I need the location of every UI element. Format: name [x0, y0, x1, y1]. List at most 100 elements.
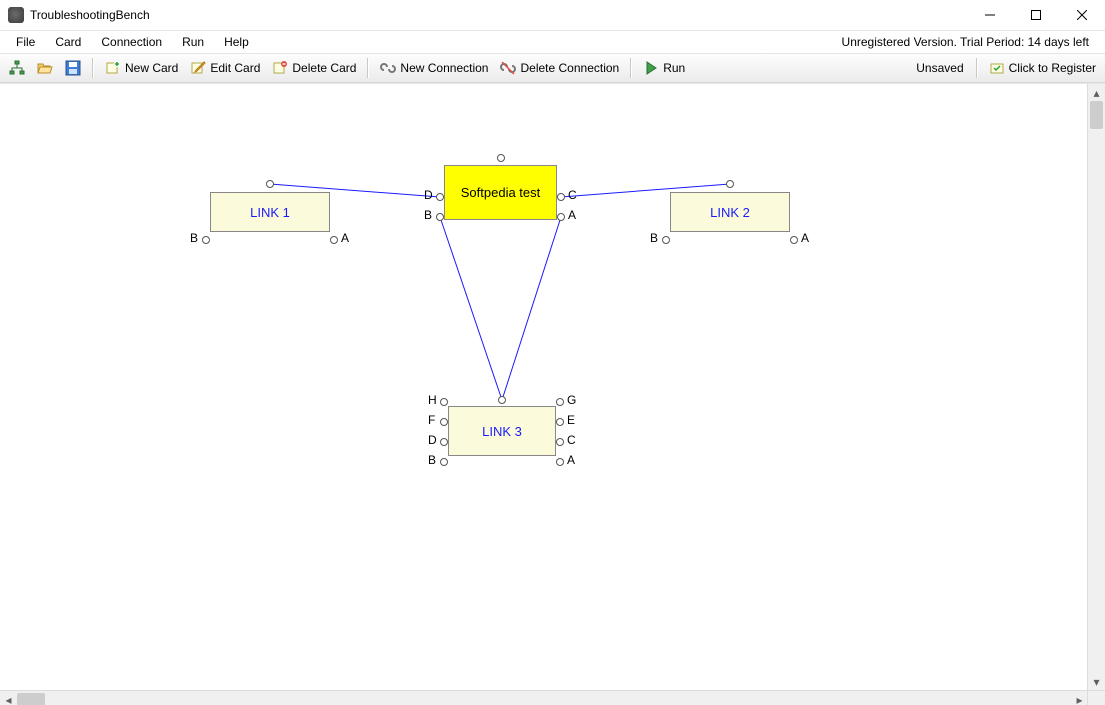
scroll-left-icon[interactable]: ◂ [0, 691, 17, 705]
toolbar-open-button[interactable] [32, 57, 58, 79]
register-label: Click to Register [1009, 61, 1096, 75]
run-button[interactable]: Run [638, 57, 690, 79]
scroll-up-icon[interactable]: ▴ [1088, 84, 1105, 101]
new-card-button[interactable]: New Card [100, 57, 183, 79]
new-connection-label: New Connection [400, 61, 488, 75]
trial-status: Unregistered Version. Trial Period: 14 d… [842, 35, 1099, 49]
window-controls [967, 0, 1105, 30]
toolbar-save-button[interactable] [60, 57, 86, 79]
tree-icon [9, 60, 25, 76]
card-link3[interactable]: LINK 3 [448, 406, 556, 456]
edit-card-button[interactable]: Edit Card [185, 57, 265, 79]
card-softpedia[interactable]: Softpedia test [444, 165, 557, 220]
port-label-a: A [801, 231, 809, 245]
save-icon [65, 60, 81, 76]
edit-card-label: Edit Card [210, 61, 260, 75]
toolbar-tree-button[interactable] [4, 57, 30, 79]
vertical-scrollbar[interactable]: ▴ ▾ [1087, 84, 1105, 690]
port-label-b: B [650, 231, 658, 245]
menu-connection[interactable]: Connection [91, 33, 172, 51]
minimize-button[interactable] [967, 0, 1013, 30]
port-g[interactable] [556, 398, 564, 406]
port-h[interactable] [440, 398, 448, 406]
app-icon [8, 7, 24, 23]
menu-card[interactable]: Card [45, 33, 91, 51]
port-label-a: A [341, 231, 349, 245]
horizontal-scrollbar[interactable]: ◂ ▸ [0, 690, 1105, 705]
card-label: Softpedia test [461, 185, 541, 200]
maximize-button[interactable] [1013, 0, 1059, 30]
port-top[interactable] [266, 180, 274, 188]
port-label-c: C [568, 188, 577, 202]
canvas[interactable]: Softpedia test D B C A LINK 1 B A LINK 2… [0, 83, 1105, 690]
new-connection-button[interactable]: New Connection [375, 57, 493, 79]
port-label-d: D [424, 188, 433, 202]
play-icon [643, 60, 659, 76]
menu-help[interactable]: Help [214, 33, 259, 51]
menu-run[interactable]: Run [172, 33, 214, 51]
scroll-right-icon[interactable]: ▸ [1071, 691, 1088, 705]
delete-card-icon [272, 60, 288, 76]
new-card-icon [105, 60, 121, 76]
close-button[interactable] [1059, 0, 1105, 30]
port-label-b: B [424, 208, 432, 222]
port-d[interactable] [440, 438, 448, 446]
delete-card-label: Delete Card [292, 61, 356, 75]
toolbar: New Card Edit Card Delete Card New Conne… [0, 54, 1105, 83]
diagram[interactable]: Softpedia test D B C A LINK 1 B A LINK 2… [0, 84, 1088, 690]
register-button[interactable]: Click to Register [984, 57, 1101, 79]
port-top[interactable] [497, 154, 505, 162]
scrollbar-corner [1087, 691, 1105, 705]
toolbar-separator [92, 58, 94, 78]
register-icon [989, 60, 1005, 76]
run-label: Run [663, 61, 685, 75]
port-label-a: A [567, 453, 575, 467]
scroll-thumb[interactable] [17, 693, 45, 705]
port-label-b: B [190, 231, 198, 245]
port-b[interactable] [202, 236, 210, 244]
port-f[interactable] [440, 418, 448, 426]
scroll-down-icon[interactable]: ▾ [1088, 673, 1105, 690]
maximize-icon [1031, 10, 1041, 20]
port-b[interactable] [436, 213, 444, 221]
titlebar: TroubleshootingBench [0, 0, 1105, 31]
port-label-c: C [567, 433, 576, 447]
delete-connection-button[interactable]: Delete Connection [495, 57, 624, 79]
port-a[interactable] [556, 458, 564, 466]
folder-open-icon [37, 60, 53, 76]
port-label-g: G [567, 393, 576, 407]
port-top[interactable] [498, 396, 506, 404]
port-c[interactable] [557, 193, 565, 201]
port-label-e: E [567, 413, 575, 427]
port-b[interactable] [662, 236, 670, 244]
link-icon [380, 60, 396, 76]
menubar: File Card Connection Run Help Unregister… [0, 31, 1105, 54]
card-link2[interactable]: LINK 2 [670, 192, 790, 232]
close-icon [1077, 10, 1087, 20]
port-top[interactable] [726, 180, 734, 188]
port-c[interactable] [556, 438, 564, 446]
port-a[interactable] [790, 236, 798, 244]
delete-connection-label: Delete Connection [520, 61, 619, 75]
card-label: LINK 2 [710, 205, 750, 220]
menu-file[interactable]: File [6, 33, 45, 51]
port-d[interactable] [436, 193, 444, 201]
delete-card-button[interactable]: Delete Card [267, 57, 361, 79]
port-label-h: H [428, 393, 437, 407]
window-title: TroubleshootingBench [30, 8, 967, 22]
port-b[interactable] [440, 458, 448, 466]
port-e[interactable] [556, 418, 564, 426]
port-a[interactable] [557, 213, 565, 221]
toolbar-separator [976, 58, 978, 78]
port-label-f: F [428, 413, 435, 427]
unsaved-status: Unsaved [916, 61, 969, 75]
card-link1[interactable]: LINK 1 [210, 192, 330, 232]
card-label: LINK 1 [250, 205, 290, 220]
scroll-thumb[interactable] [1090, 101, 1103, 129]
port-label-b: B [428, 453, 436, 467]
edit-card-icon [190, 60, 206, 76]
minimize-icon [985, 10, 995, 20]
port-a[interactable] [330, 236, 338, 244]
port-label-d: D [428, 433, 437, 447]
unlink-icon [500, 60, 516, 76]
